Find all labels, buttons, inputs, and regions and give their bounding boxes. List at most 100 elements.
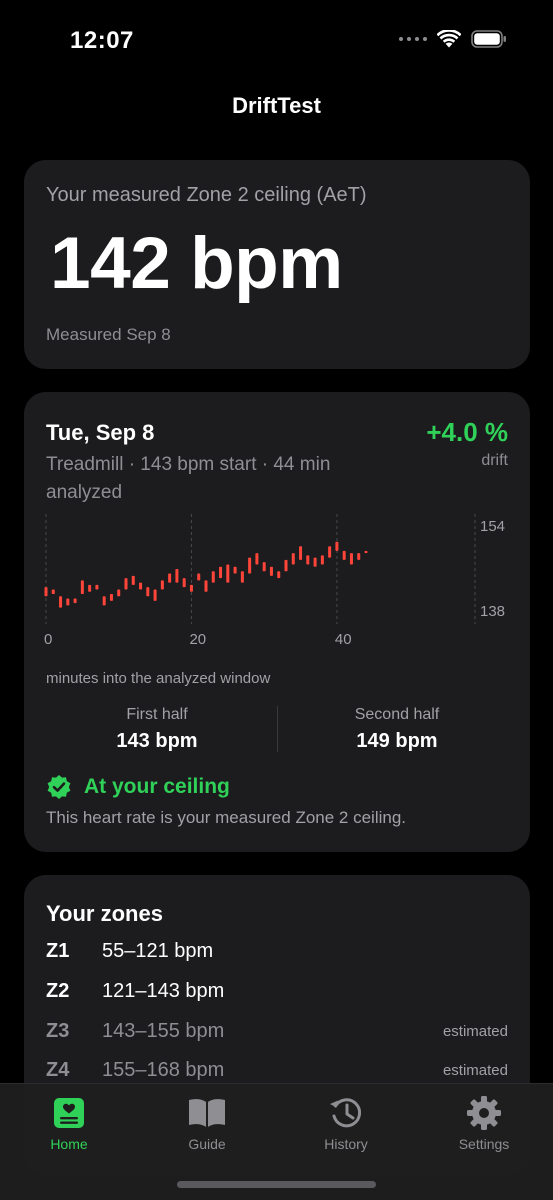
- hr-bar: [139, 582, 143, 590]
- book-icon: [187, 1094, 227, 1132]
- x-tick-label: 20: [189, 631, 206, 648]
- hr-bar: [291, 553, 295, 565]
- hr-bar: [204, 580, 208, 592]
- divider: [277, 706, 278, 752]
- ceiling-status: At your ceiling: [46, 774, 230, 800]
- zone-code: Z1: [46, 940, 70, 962]
- hr-bar: [80, 580, 84, 594]
- hr-bar: [320, 555, 324, 565]
- tab-label: Guide: [188, 1136, 226, 1152]
- hr-bar: [51, 589, 55, 594]
- y-tick-label: 138: [480, 603, 505, 620]
- ceiling-status-label: At your ceiling: [84, 775, 230, 798]
- y-tick-label: 154: [480, 518, 505, 535]
- ceiling-measured-date: Measured Sep 8: [46, 325, 171, 344]
- hr-bar: [168, 573, 172, 583]
- checkmark-seal-icon: [47, 775, 71, 799]
- status-bar: 12:07: [0, 0, 553, 84]
- zones-title: Your zones: [46, 901, 163, 926]
- zone-range: 143–155 bpm: [102, 1020, 225, 1042]
- hr-bar: [248, 557, 252, 574]
- zone-range: 55–121 bpm: [102, 940, 214, 962]
- ceiling-label: Your measured Zone 2 ceiling (AeT): [46, 184, 367, 206]
- hr-bar: [189, 584, 193, 592]
- hr-bar: [59, 596, 63, 608]
- tab-label: Home: [50, 1136, 88, 1152]
- second-half-label: Second half: [354, 706, 440, 723]
- hr-bar: [262, 562, 266, 572]
- hr-bar: [364, 550, 368, 554]
- zone-estimated-note: estimated: [442, 1062, 508, 1079]
- hr-bar: [73, 598, 77, 604]
- hr-bar: [284, 559, 288, 572]
- session-card[interactable]: Tue, Sep 8 Treadmill · 143 bpm start · 4…: [24, 392, 530, 852]
- history-clock-icon: [326, 1094, 366, 1132]
- page-title: DriftTest: [232, 93, 321, 118]
- hr-bar: [66, 598, 70, 606]
- x-tick-label: 40: [335, 631, 352, 648]
- hr-bar: [335, 541, 339, 551]
- hr-bar: [197, 573, 201, 581]
- hr-bar: [160, 580, 164, 590]
- second-half-stat: Second half 149 bpm: [286, 706, 508, 753]
- tab-settings[interactable]: Settings: [429, 1094, 539, 1152]
- x-tick-label: 0: [44, 631, 52, 648]
- hr-bar: [277, 571, 281, 579]
- ceiling-value: 142 bpm: [50, 223, 343, 304]
- hr-bar: [175, 569, 179, 583]
- hr-bar: [102, 596, 106, 606]
- hr-bar: [313, 557, 317, 567]
- tab-home[interactable]: Home: [14, 1094, 124, 1152]
- hr-bar: [306, 555, 310, 565]
- hr-bar: [109, 594, 113, 601]
- first-half-label: First half: [126, 706, 188, 723]
- hr-bar: [95, 584, 99, 590]
- first-half-value: 143 bpm: [116, 730, 198, 752]
- hr-bar: [342, 550, 346, 560]
- hr-bar: [153, 589, 157, 601]
- tab-guide[interactable]: Guide: [152, 1094, 262, 1152]
- ceiling-status-note: This heart rate is your measured Zone 2 …: [46, 808, 407, 827]
- first-half-stat: First half 143 bpm: [46, 706, 268, 753]
- hr-bar: [88, 584, 92, 592]
- hr-bar: [131, 575, 135, 585]
- zone-row-z3: Z3 143–155 bpm estimated: [46, 1020, 508, 1050]
- battery-icon: [471, 30, 506, 48]
- hr-bar: [233, 566, 237, 574]
- zone-row-z1: Z1 55–121 bpm: [46, 940, 508, 970]
- hr-bar: [349, 553, 353, 565]
- gear-icon: [464, 1094, 504, 1132]
- tab-label: Settings: [458, 1136, 510, 1152]
- hr-bar: [299, 546, 303, 560]
- wifi-icon: [437, 30, 461, 48]
- zone-range: 155–168 bpm: [102, 1059, 225, 1081]
- zone-code: Z2: [46, 980, 70, 1002]
- drift-label: drift: [481, 452, 508, 469]
- zone-estimated-note: estimated: [442, 1023, 508, 1040]
- home-indicator: [177, 1181, 376, 1188]
- second-half-value: 149 bpm: [356, 730, 438, 752]
- hr-bar: [182, 578, 186, 588]
- zone-range: 121–143 bpm: [102, 980, 225, 1002]
- cellular-signal-icon: [399, 37, 427, 41]
- hr-bar: [117, 589, 121, 597]
- heart-rate-chart: 0 20 40 154 138: [44, 514, 505, 648]
- tab-label: History: [324, 1136, 368, 1152]
- status-indicators: [399, 30, 507, 48]
- drift-value: +4.0 %: [426, 417, 508, 447]
- hr-bar: [357, 553, 361, 560]
- hr-bar: [240, 571, 244, 583]
- status-time: 12:07: [70, 27, 134, 54]
- hr-bar: [269, 566, 273, 576]
- zone-row-z2: Z2 121–143 bpm: [46, 980, 508, 1010]
- tab-history[interactable]: History: [291, 1094, 401, 1152]
- chart-caption: minutes into the analyzed window: [46, 670, 271, 687]
- hr-bar: [211, 571, 215, 583]
- hr-bar: [219, 566, 223, 579]
- hr-bar: [328, 546, 332, 558]
- zone-code: Z4: [46, 1059, 70, 1081]
- zone-code: Z3: [46, 1020, 70, 1042]
- hr-bar: [44, 587, 48, 597]
- hr-bar: [146, 587, 150, 597]
- ceiling-card: Your measured Zone 2 ceiling (AeT) 142 b…: [24, 160, 530, 369]
